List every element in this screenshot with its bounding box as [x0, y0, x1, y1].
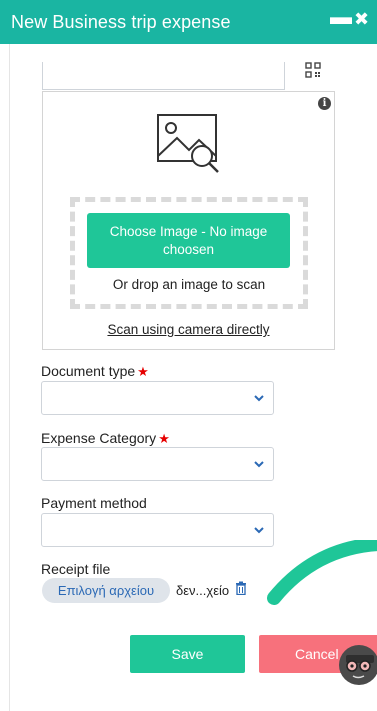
chevron-down-icon	[254, 527, 264, 534]
document-type-select[interactable]	[41, 381, 274, 415]
choose-image-button[interactable]: Choose Image - No image choosen	[87, 213, 290, 268]
panel-border	[9, 44, 10, 711]
document-type-label-text: Document type	[41, 363, 136, 379]
image-search-icon	[157, 114, 219, 173]
scan-code-input[interactable]	[42, 62, 285, 90]
chevron-down-icon	[254, 461, 264, 468]
file-name: δεν...χείο	[176, 583, 230, 598]
window-titlebar: New Business trip expense ▬ ✖	[0, 0, 377, 44]
drop-hint: Or drop an image to scan	[112, 277, 266, 292]
window-title: New Business trip expense	[11, 11, 231, 32]
loading-arc-decoration	[267, 540, 377, 605]
chevron-down-icon	[254, 395, 264, 402]
choose-file-button[interactable]: Επιλογή αρχείου	[42, 578, 170, 603]
assistant-avatar-icon[interactable]	[338, 641, 377, 689]
required-mark: ★	[158, 431, 170, 446]
document-type-label: Document type ★	[41, 363, 149, 380]
payment-method-label: Payment method	[41, 495, 147, 511]
required-mark: ★	[137, 364, 149, 379]
trash-icon[interactable]	[235, 581, 247, 595]
expense-category-label: Expense Category ★	[41, 430, 170, 447]
minimize-button[interactable]: ▬	[330, 6, 352, 28]
info-icon[interactable]: i	[318, 97, 331, 110]
expense-category-select[interactable]	[41, 447, 274, 481]
close-button[interactable]: ✖	[354, 10, 369, 28]
save-button[interactable]: Save	[130, 635, 245, 673]
scan-camera-link[interactable]: Scan using camera directly	[42, 322, 335, 337]
payment-method-select[interactable]	[41, 513, 274, 547]
expense-category-label-text: Expense Category	[41, 430, 157, 446]
receipt-file-label: Receipt file	[41, 561, 111, 577]
qr-code-icon[interactable]	[305, 62, 321, 78]
